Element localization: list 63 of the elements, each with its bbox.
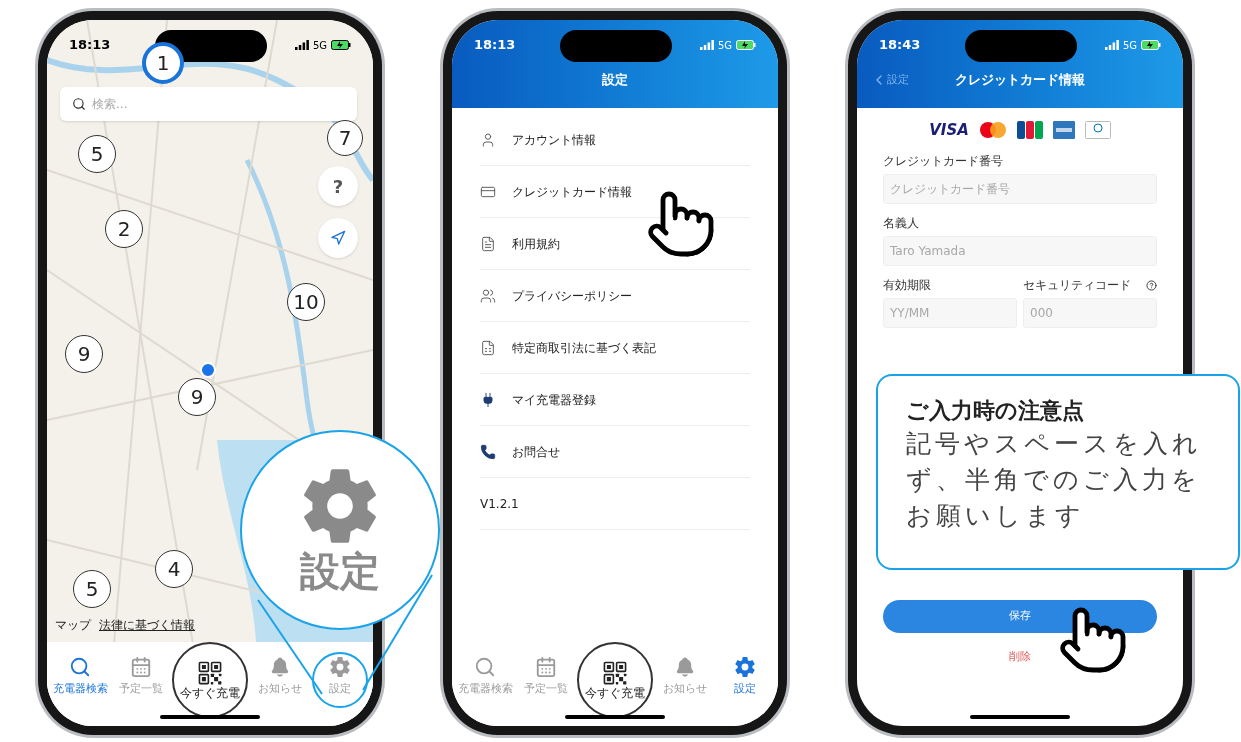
qr-code-icon [602,660,628,686]
delete-button[interactable]: 削除 [1009,649,1031,666]
charge-now-button[interactable]: 今すぐ充電 [172,642,248,718]
note-title: ご入力時の注意点 [906,397,1085,425]
network-label: 5G [1122,38,1137,53]
header-title: クレジットカード情報 [955,71,1085,90]
status-time: 18:43 [879,36,921,55]
charge-now-button[interactable]: 今すぐ充電 [577,642,653,718]
tab-highlight-ring [312,652,368,708]
settings-row[interactable]: お問合せ [480,426,750,478]
header-title: 設定 [601,71,629,89]
save-button[interactable]: 保存 [883,600,1157,633]
search-icon [69,656,91,678]
settings-row[interactable]: 特定商取引法に基づく表記 [480,322,750,374]
plug-icon [480,391,496,408]
legal-link[interactable]: 法律に基づく情報 [99,618,195,632]
qr-code-icon [197,660,223,686]
input-field[interactable]: クレジットカード番号 [883,174,1157,204]
input-field[interactable]: 000 [1023,298,1157,328]
network-label: 5G [312,38,327,53]
field-label: 有効期限 [883,277,932,294]
navigation-arrow-icon [330,230,346,246]
phone-icon [480,443,496,460]
mastercard-logo [978,121,1007,139]
signal-icon [1104,40,1119,50]
network-label: 5G [717,38,732,53]
battery-charging-icon [736,40,756,50]
signal-icon [294,40,309,50]
document-icon [480,235,496,252]
jcb-logo [1016,121,1043,139]
diners-logo [1084,121,1111,139]
visa-logo: VISA [929,119,969,141]
note-body: 記号やスペースを入れず、半角でのご入力をお願いします [906,428,1203,532]
field-label: セキュリティコード [1023,277,1131,294]
field-label: クレジットカード番号 [883,153,1004,170]
input-field[interactable]: YY/MM [883,298,1017,328]
amex-logo [1052,121,1075,139]
battery-charging-icon [1141,40,1161,50]
app-version: V1.2.1 [480,478,750,530]
search-icon [474,656,496,678]
signal-icon [699,40,714,50]
search-icon [72,97,86,111]
document-list-icon [480,339,496,356]
settings-row[interactable]: アカウント情報 [480,114,750,166]
settings-icon [734,656,756,678]
tab-item[interactable]: 充電器検索 [51,656,109,695]
calendar-icon [129,656,152,678]
input-field[interactable]: Taro Yamada [883,236,1157,266]
status-time: 18:13 [474,36,516,55]
help-icon [1146,279,1157,291]
map-brand: マップ [55,618,91,632]
settings-row[interactable]: マイ充電器登録 [480,374,750,426]
tab-item[interactable]: 設定 [716,656,774,695]
calendar-icon [534,656,557,678]
person-icon [480,131,496,148]
search-field[interactable]: 検索... [60,87,357,121]
settings-icon [329,656,351,678]
status-time: 18:13 [69,36,111,55]
settings-row[interactable]: プライバシーポリシー [480,270,750,322]
field-label: 名義人 [883,215,920,232]
people-icon [480,287,496,304]
battery-charging-icon [331,40,351,50]
search-input[interactable]: 検索... [92,95,345,113]
